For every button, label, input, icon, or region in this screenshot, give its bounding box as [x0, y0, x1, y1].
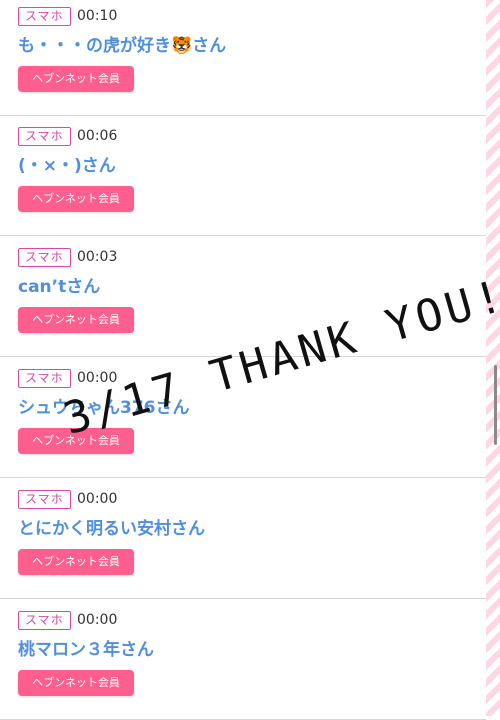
member-button[interactable]: ヘブンネット会員 — [18, 670, 134, 696]
visit-time: 00:10 — [77, 8, 118, 24]
member-button[interactable]: ヘブンネット会員 — [18, 428, 134, 454]
list-item: スマホ 00:00 とにかく明るい安村さん ヘブンネット会員 — [0, 479, 486, 599]
visit-time: 00:06 — [77, 128, 118, 144]
visit-time: 00:03 — [77, 249, 118, 265]
visitor-list: スマホ 00:10 も・・・の虎が好き🐯さん ヘブンネット会員 スマホ 00:0… — [0, 0, 486, 720]
visitor-name-link[interactable]: シュウちゃん376さん — [18, 397, 190, 419]
visitor-name-link[interactable]: can’tさん — [18, 276, 100, 298]
decorative-side-pattern — [486, 0, 500, 716]
list-item: スマホ 00:06 (・×・)さん ヘブンネット会員 — [0, 116, 486, 236]
visit-time: 00:00 — [77, 612, 118, 628]
member-button[interactable]: ヘブンネット会員 — [18, 186, 134, 212]
device-badge: スマホ — [18, 248, 71, 267]
scrollbar-thumb[interactable] — [494, 365, 497, 445]
device-badge: スマホ — [18, 369, 71, 388]
list-item: スマホ 00:10 も・・・の虎が好き🐯さん ヘブンネット会員 — [0, 0, 486, 116]
list-item: スマホ 00:00 シュウちゃん376さん ヘブンネット会員 — [0, 358, 486, 478]
member-button[interactable]: ヘブンネット会員 — [18, 307, 134, 333]
visitor-name-link[interactable]: も・・・の虎が好き🐯さん — [18, 35, 226, 57]
member-button[interactable]: ヘブンネット会員 — [18, 549, 134, 575]
device-badge: スマホ — [18, 7, 71, 26]
visit-time: 00:00 — [77, 370, 118, 386]
device-badge: スマホ — [18, 490, 71, 509]
member-button[interactable]: ヘブンネット会員 — [18, 66, 134, 92]
visitor-name-link[interactable]: 桃マロン３年さん — [18, 639, 154, 661]
device-badge: スマホ — [18, 127, 71, 146]
list-item: スマホ 00:00 桃マロン３年さん ヘブンネット会員 — [0, 600, 486, 720]
visitor-name-link[interactable]: (・×・)さん — [18, 155, 116, 177]
visit-time: 00:00 — [77, 491, 118, 507]
device-badge: スマホ — [18, 611, 71, 630]
list-item: スマホ 00:03 can’tさん ヘブンネット会員 — [0, 237, 486, 357]
visitor-name-link[interactable]: とにかく明るい安村さん — [18, 518, 205, 540]
